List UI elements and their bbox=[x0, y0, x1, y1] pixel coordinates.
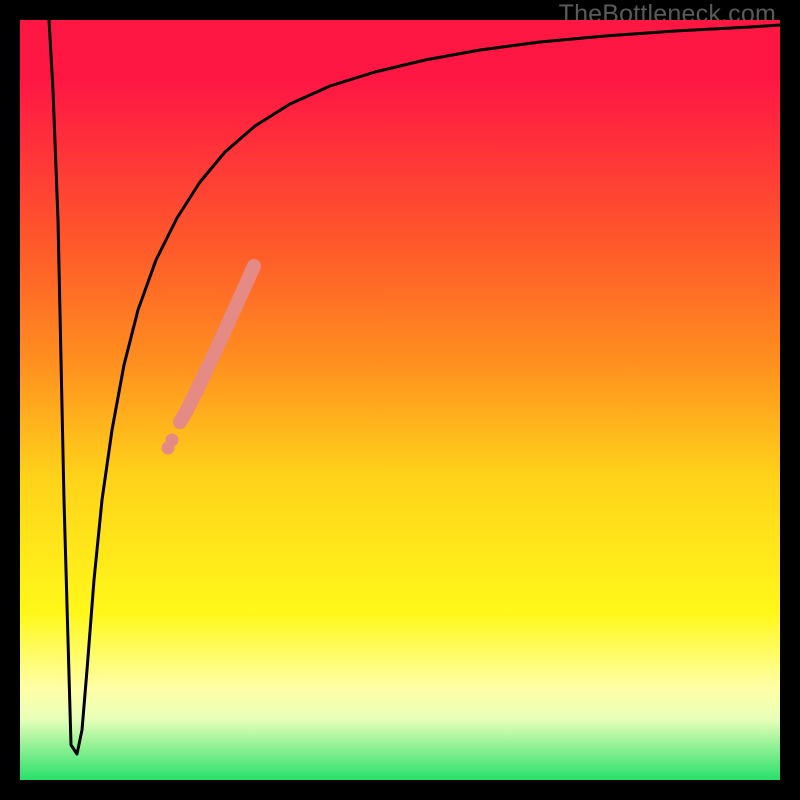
chart-frame: TheBottleneck.com bbox=[0, 0, 800, 800]
chart-svg bbox=[20, 20, 780, 780]
highlight-dots bbox=[162, 434, 179, 455]
highlight-band bbox=[180, 266, 254, 422]
plot-area bbox=[20, 20, 780, 780]
highlight-dot bbox=[166, 434, 179, 447]
bottleneck-curve bbox=[49, 20, 780, 754]
